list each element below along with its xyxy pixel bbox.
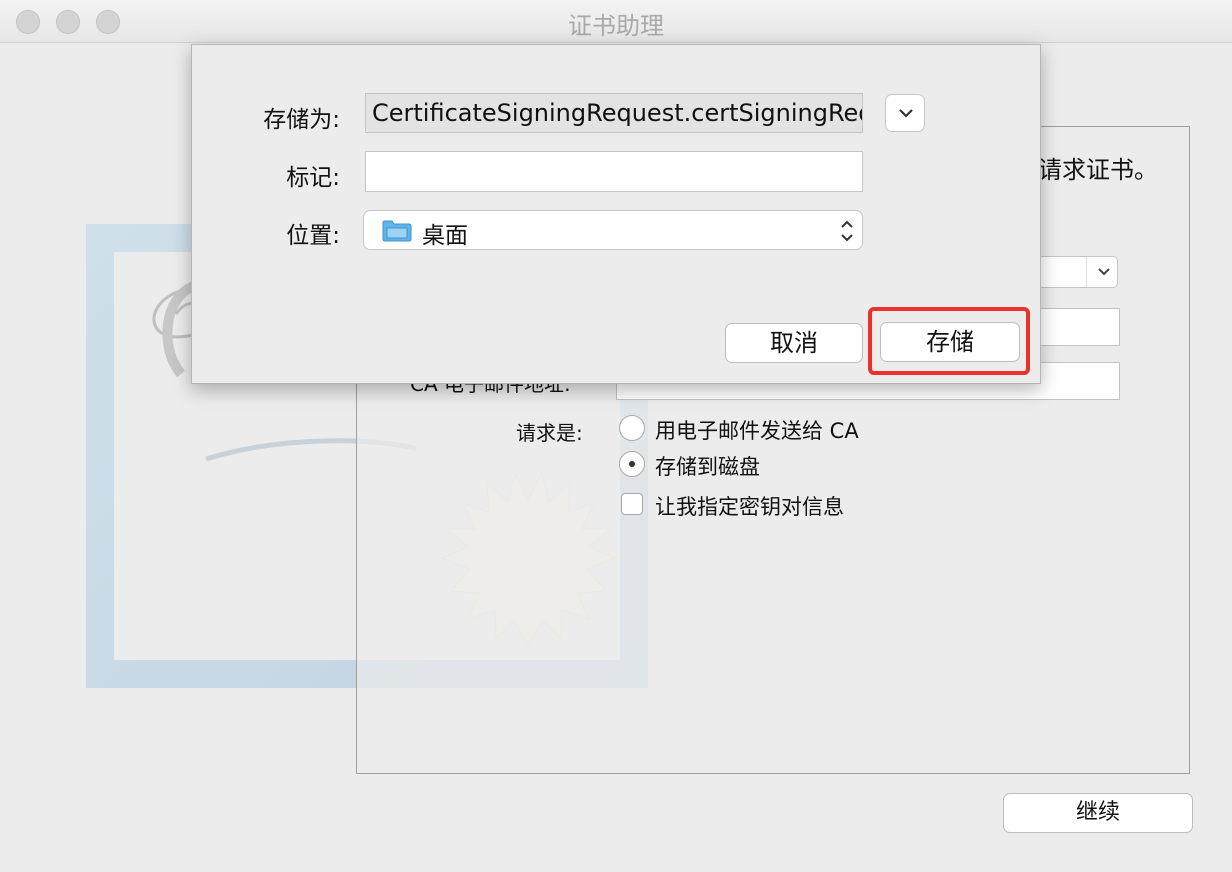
panel-heading: 请求证书。: [1038, 156, 1158, 184]
location-label: 位置:: [286, 223, 340, 249]
save-button-highlight: [868, 307, 1030, 375]
specify-key-pair-label: 让我指定密钥对信息: [655, 495, 844, 519]
save-as-label: 存储为:: [263, 107, 340, 133]
expand-dialog-button[interactable]: [885, 94, 925, 132]
title-bar: 证书助理: [0, 0, 1232, 43]
chevron-down-icon: [899, 109, 913, 118]
filename-input[interactable]: CertificateSigningRequest.certSigningReq…: [365, 93, 863, 133]
request-label: 请求是:: [516, 421, 583, 445]
save-to-disk-radio[interactable]: [619, 451, 645, 477]
save-to-disk-label: 存储到磁盘: [655, 455, 760, 479]
tags-label: 标记:: [286, 165, 340, 191]
folder-icon: [382, 220, 412, 242]
continue-button[interactable]: 继续: [1003, 793, 1193, 833]
location-select[interactable]: 桌面: [363, 210, 863, 250]
background-select[interactable]: [1030, 256, 1118, 288]
filename-value: CertificateSigningRequest.certSigningReq…: [372, 99, 862, 127]
window-title: 证书助理: [568, 12, 664, 40]
up-down-chevron-icon: [841, 220, 853, 242]
tags-input[interactable]: [365, 151, 863, 192]
chevron-down-icon: [1098, 268, 1110, 276]
location-value: 桌面: [422, 223, 468, 249]
email-to-ca-label: 用电子邮件发送给 CA: [655, 419, 859, 443]
common-name-field[interactable]: [1030, 308, 1120, 346]
specify-key-pair-checkbox[interactable]: [621, 493, 643, 515]
cancel-button[interactable]: 取消: [725, 323, 863, 363]
email-to-ca-radio[interactable]: [619, 415, 645, 441]
